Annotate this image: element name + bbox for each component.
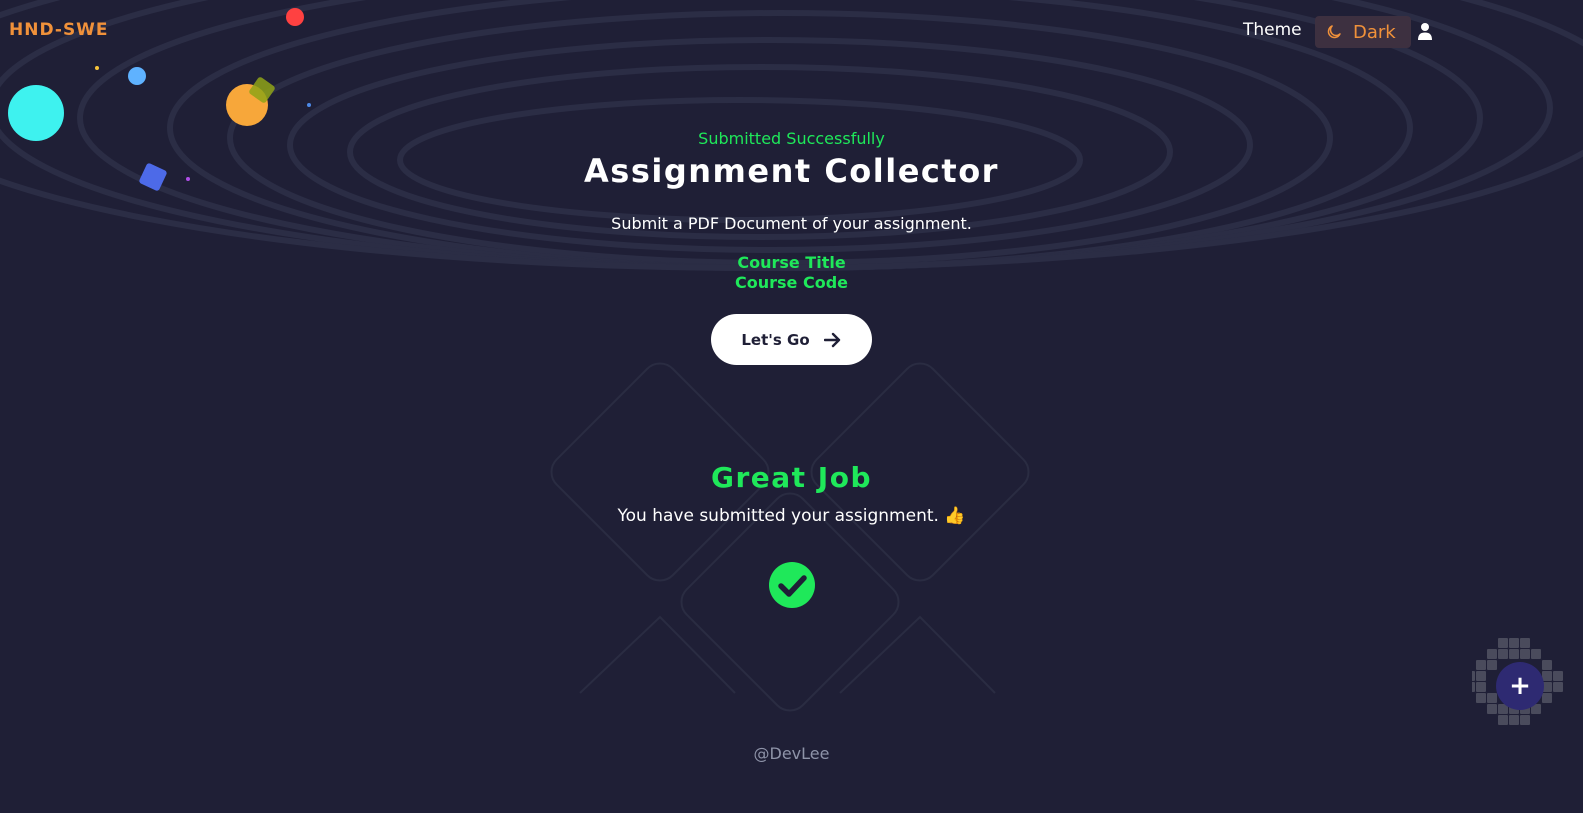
add-button[interactable]: + (1496, 662, 1544, 710)
success-message: You have submitted your assignment. 👍 (617, 506, 966, 526)
page-subtitle: Submit a PDF Document of your assignment… (611, 214, 972, 233)
fab-container: + (1472, 638, 1568, 734)
theme-toggle-button[interactable]: Dark (1315, 16, 1411, 48)
check-circle-icon (769, 562, 815, 608)
submission-status: Submitted Successfully (698, 129, 885, 148)
orbit-background (0, 0, 1583, 712)
arrow-right-icon (823, 332, 840, 347)
theme-label: Theme (1243, 20, 1302, 40)
success-heading: Great Job (710, 461, 872, 494)
course-title: Course Title (737, 253, 846, 272)
theme-toggle-label: Dark (1353, 21, 1396, 43)
brand-logo[interactable]: HND-SWE (9, 20, 109, 40)
footer-credit[interactable]: @DevLee (0, 744, 1583, 763)
lets-go-button[interactable]: Let's Go (711, 314, 872, 365)
user-icon[interactable] (1417, 22, 1433, 40)
course-code: Course Code (735, 273, 848, 292)
moon-icon (1327, 25, 1341, 39)
page-title: Assignment Collector (584, 152, 999, 190)
lets-go-label: Let's Go (741, 330, 810, 349)
